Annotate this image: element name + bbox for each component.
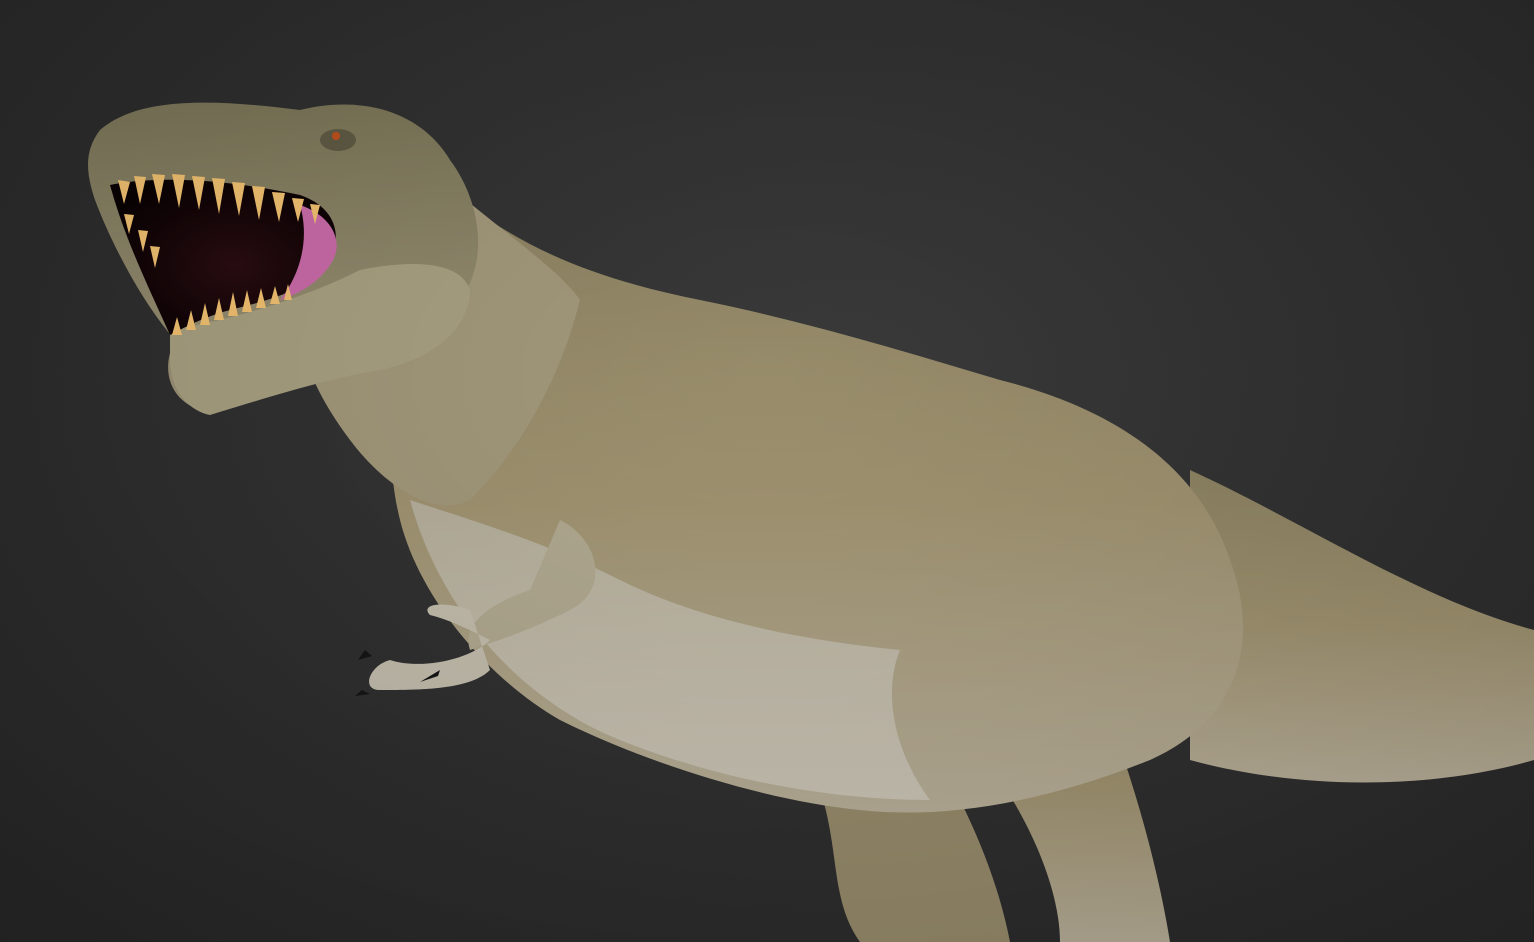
trex-render <box>0 0 1534 942</box>
3d-viewport[interactable] <box>0 0 1534 942</box>
